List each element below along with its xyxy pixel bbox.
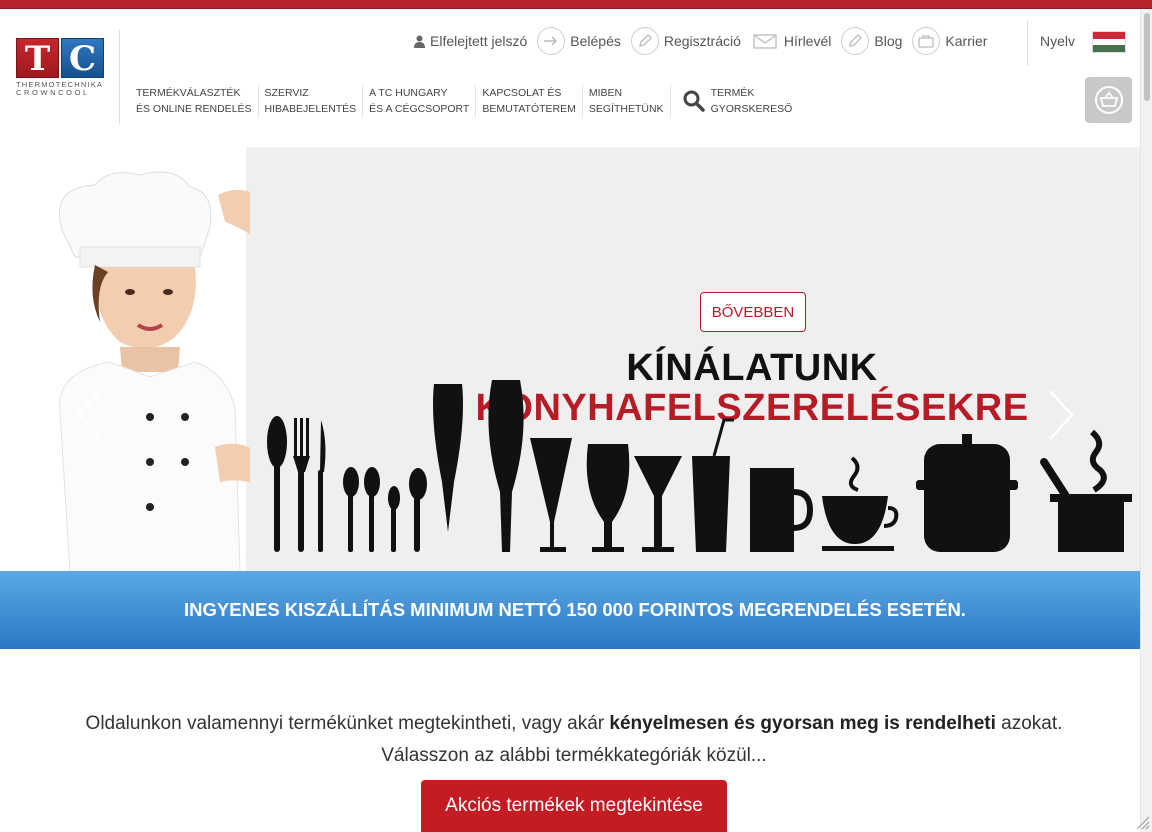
intro-bold: kényelmesen és gyorsan meg is rendelheti (609, 713, 996, 734)
nav-help-line2: segíthetünk (588, 103, 664, 115)
tc-logo[interactable]: T C THERMOTECHNIKA CROWNCOOL (16, 38, 108, 100)
blog-label: Blog (874, 33, 903, 49)
nav-products[interactable]: Termékválaszték és online rendelés (130, 85, 258, 117)
nav-help[interactable]: Miben segíthetünk (581, 85, 670, 117)
nav-products-line2: és online rendelés (136, 103, 252, 115)
slider-prev-arrow[interactable] (72, 387, 104, 448)
blog-link[interactable]: Blog (841, 27, 902, 55)
intro-part1: Oldalunkon valamennyi termékünket megtek… (85, 713, 610, 734)
intro-part2: azokat. (995, 713, 1063, 734)
scrollbar-thumb[interactable] (1144, 13, 1150, 101)
header-divider (119, 30, 120, 124)
utility-links: Elfelejtett jelszó Belépés Regisztráció … (414, 27, 997, 55)
cart-button[interactable] (1085, 77, 1132, 123)
nav-service[interactable]: Szerviz hibabejelentés (257, 85, 363, 117)
nav-service-line2: hibabejelentés (264, 103, 357, 115)
flag-stripe-green (1093, 45, 1125, 52)
kitchenware-silhouettes (267, 380, 1132, 552)
intro-line1: Oldalunkon valamennyi termékünket megtek… (0, 708, 1148, 740)
login-label: Belépés (570, 33, 621, 49)
login-arrow-icon (537, 27, 566, 55)
main-navigation: Termékválaszték és online rendelés Szervi… (130, 85, 798, 117)
forgot-password-link[interactable]: Elfelejtett jelszó (414, 33, 527, 49)
pencil-icon (630, 27, 659, 55)
search-icon (683, 90, 705, 112)
nav-contact[interactable]: Kapcsolat és bemutatóterem (475, 85, 582, 117)
forgot-password-label: Elfelejtett jelszó (430, 33, 528, 49)
resize-grip-icon[interactable] (1134, 814, 1150, 830)
nav-search-line1: Termék (710, 87, 755, 99)
envelope-icon (751, 27, 779, 55)
briefcase-icon (912, 27, 941, 55)
free-shipping-text: INGYENES KISZÁLLÍTÁS MINIMUM NETTÓ 150 0… (184, 599, 966, 620)
logo-letter-t: T (16, 38, 59, 79)
chevron-left-icon (76, 390, 101, 440)
promo-products-button[interactable]: Akciós termékek megtekintése (421, 780, 727, 832)
language-label[interactable]: Nyelv (1040, 33, 1075, 49)
nav-search-line2: gyorskereső (710, 103, 793, 115)
nav-contact-line2: bemutatóterem (482, 103, 576, 115)
intro-line2: Válasszon az alábbi termékkategóriák köz… (381, 745, 767, 766)
nav-quick-search[interactable]: Termék gyorskereső (669, 85, 799, 117)
nav-about-line1: A TC Hungary (369, 87, 448, 99)
nav-contact-line1: Kapcsolat és (482, 87, 562, 99)
newsletter-link[interactable]: Hírlevél (751, 27, 831, 55)
nav-service-line1: Szerviz (264, 87, 309, 99)
intro-text: Oldalunkon valamennyi termékünket megtek… (0, 708, 1148, 772)
register-link[interactable]: Regisztráció (630, 27, 741, 55)
register-label: Regisztráció (663, 33, 741, 49)
login-link[interactable]: Belépés (537, 27, 621, 55)
career-link[interactable]: Karrier (912, 27, 987, 55)
logo-letter-c: C (61, 38, 104, 79)
nav-help-line1: Miben (588, 87, 623, 99)
pencil-icon (841, 27, 870, 55)
user-icon (414, 35, 425, 48)
nav-products-line1: Termékválaszték (136, 87, 241, 99)
newsletter-label: Hírlevél (783, 33, 832, 49)
free-shipping-banner: INGYENES KISZÁLLÍTÁS MINIMUM NETTÓ 150 0… (0, 571, 1140, 649)
top-accent-bar (0, 0, 1152, 9)
basket-icon (1094, 86, 1123, 114)
hungarian-flag-icon[interactable] (1092, 31, 1126, 53)
nav-about-line2: és a cégcsoport (369, 103, 470, 115)
logo-subtitle-line2: CROWNCOOL (16, 88, 90, 97)
hero-more-button[interactable]: BŐVEBBEN (700, 292, 806, 332)
nav-about[interactable]: A TC Hungary és a cégcsoport (362, 85, 475, 117)
language-divider (1027, 20, 1028, 66)
career-label: Karrier (945, 33, 988, 49)
flag-stripe-white (1093, 38, 1125, 46)
flag-stripe-red (1093, 32, 1125, 39)
